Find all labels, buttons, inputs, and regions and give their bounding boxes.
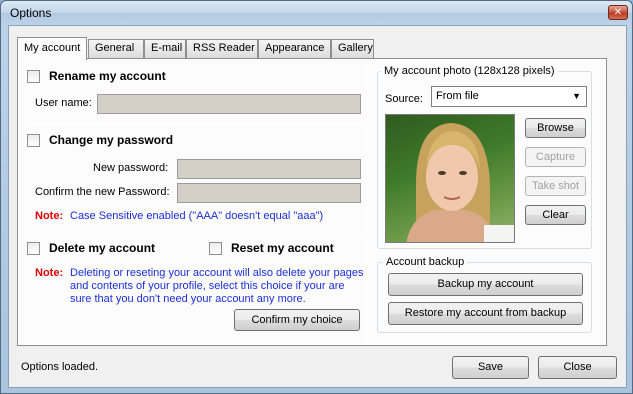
change-password-label: Change my password xyxy=(49,133,174,147)
change-password-checkbox[interactable] xyxy=(27,134,40,147)
source-select[interactable]: From file ▼ xyxy=(431,86,587,107)
tab-label: Gallery xyxy=(338,42,373,54)
confirm-choice-button[interactable]: Confirm my choice xyxy=(234,309,360,331)
status-text: Options loaded. xyxy=(21,361,99,373)
user-name-input[interactable] xyxy=(97,94,361,114)
capture-button[interactable]: Capture xyxy=(525,147,586,167)
account-photo-title: My account photo (128x128 pixels) xyxy=(381,65,558,77)
reset-account-label: Reset my account xyxy=(231,241,334,255)
clear-button[interactable]: Clear xyxy=(525,205,586,225)
user-name-label: User name: xyxy=(35,97,92,109)
tab-gallery[interactable]: Gallery xyxy=(331,39,374,58)
tab-general[interactable]: General xyxy=(88,39,144,58)
delete-account-label: Delete my account xyxy=(49,241,156,255)
rename-account-label: Rename my account xyxy=(49,69,166,83)
account-photo xyxy=(385,114,515,243)
tab-appearance[interactable]: Appearance xyxy=(258,39,331,58)
chevron-down-icon: ▼ xyxy=(572,91,581,101)
my-account-panel: Rename my account User name: Change my p… xyxy=(17,58,607,346)
browse-button[interactable]: Browse xyxy=(525,118,586,138)
delete-note-line-1: Deleting or reseting your account will a… xyxy=(70,267,364,279)
new-password-input[interactable] xyxy=(177,159,361,179)
delete-account-checkbox[interactable] xyxy=(27,242,40,255)
dialog-client-area: My account General E-mail RSS Reader App… xyxy=(8,25,627,388)
reset-account-checkbox[interactable] xyxy=(209,242,222,255)
vertical-divider xyxy=(367,64,368,340)
password-note-label: Note: xyxy=(35,210,64,222)
close-button[interactable]: Close xyxy=(538,356,617,379)
options-window: Options ✕ My account General E-mail RSS … xyxy=(0,0,633,394)
divider xyxy=(28,232,368,233)
tab-label: E-mail xyxy=(151,42,183,54)
backup-account-button[interactable]: Backup my account xyxy=(388,273,583,296)
button-label: Capture xyxy=(535,151,576,163)
delete-note-label: Note: xyxy=(35,267,64,279)
new-password-label: New password: xyxy=(93,162,169,174)
button-label: Close xyxy=(563,361,592,373)
tab-label: General xyxy=(95,42,135,54)
title-bar[interactable]: Options ✕ xyxy=(1,1,632,25)
restore-account-button[interactable]: Restore my account from backup xyxy=(388,302,583,325)
button-label: Save xyxy=(477,361,504,373)
tab-my-account[interactable]: My account xyxy=(17,37,87,60)
source-selected-value: From file xyxy=(436,90,479,102)
button-label: Confirm my choice xyxy=(251,314,343,326)
confirm-password-input[interactable] xyxy=(177,183,361,203)
button-label: Browse xyxy=(537,122,574,134)
tab-label: Appearance xyxy=(265,42,325,54)
source-label: Source: xyxy=(385,93,423,105)
delete-note-line-3: sure that you don't need your account an… xyxy=(70,293,306,305)
portrait-image xyxy=(406,123,514,242)
close-icon: ✕ xyxy=(613,7,623,18)
password-note-text: Case Sensitive enabled ("AAA" doesn't eq… xyxy=(70,210,324,222)
button-label: Backup my account xyxy=(437,278,534,290)
window-title: Options xyxy=(10,6,52,20)
window-close-button[interactable]: ✕ xyxy=(608,5,628,20)
save-button[interactable]: Save xyxy=(452,356,529,379)
delete-note-line-2: and contents of your profile, select thi… xyxy=(70,280,345,292)
tab-email[interactable]: E-mail xyxy=(144,39,186,58)
button-label: Restore my account from backup xyxy=(404,307,567,319)
confirm-password-label: Confirm the new Password: xyxy=(35,186,170,198)
button-label: Clear xyxy=(542,209,569,221)
button-label: Take shot xyxy=(531,180,580,192)
rename-account-checkbox[interactable] xyxy=(27,70,40,83)
divider xyxy=(28,124,368,125)
tab-label: My account xyxy=(24,42,81,54)
tab-rss-reader[interactable]: RSS Reader xyxy=(186,39,258,58)
tab-label: RSS Reader xyxy=(193,42,255,54)
take-shot-button[interactable]: Take shot xyxy=(525,176,586,196)
account-backup-title: Account backup xyxy=(383,256,468,268)
